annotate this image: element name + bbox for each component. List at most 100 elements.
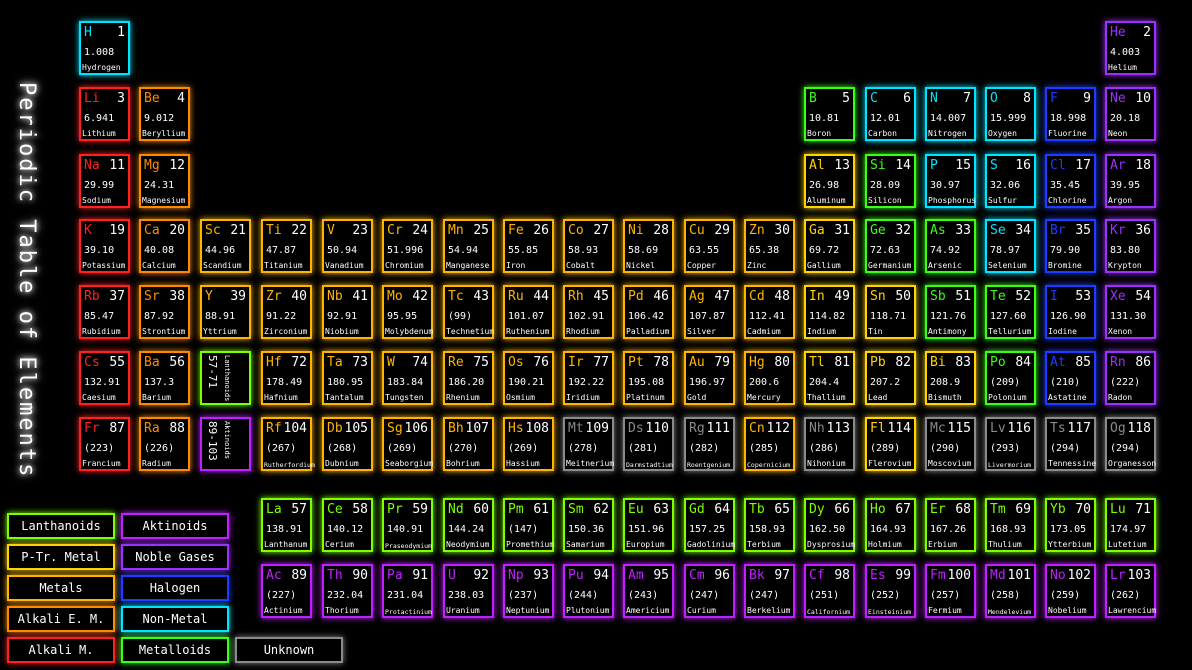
atomic-number: 78 xyxy=(653,355,669,370)
atomic-number: 55 xyxy=(109,355,125,370)
element-cell-ag: Ag 47 107.87 Silver xyxy=(684,285,735,339)
atomic-number: 56 xyxy=(169,355,185,370)
atomic-number: 114 xyxy=(887,421,911,436)
atomic-mass: 127.60 xyxy=(990,311,1027,322)
element-name: Iron xyxy=(506,261,526,270)
element-cell-fe: Fe 26 55.85 Iron xyxy=(503,219,554,273)
element-name: Chromium xyxy=(385,261,424,270)
element-symbol: Sm xyxy=(568,502,584,517)
element-cell-w: W 74 183.84 Tungsten xyxy=(382,351,433,405)
atomic-number: 45 xyxy=(593,289,609,304)
atomic-number: 50 xyxy=(895,289,911,304)
element-cell-be: Be 4 9.012 Beryllium xyxy=(139,87,190,141)
atomic-number: 118 xyxy=(1127,421,1151,436)
element-name: Europium xyxy=(626,540,665,549)
element-symbol: As xyxy=(930,223,946,238)
element-name: Zirconium xyxy=(264,327,308,336)
atomic-number: 5 xyxy=(842,91,850,106)
element-cell-co: Co 27 58.93 Cobalt xyxy=(563,219,614,273)
element-symbol: C xyxy=(870,91,878,106)
element-name: Niobium xyxy=(325,327,359,336)
element-symbol: Sc xyxy=(205,223,221,238)
element-name: Tennessine xyxy=(1048,459,1097,468)
element-symbol: Yb xyxy=(1050,502,1066,517)
element-symbol: Pa xyxy=(387,568,403,583)
element-name: Selenium xyxy=(988,261,1027,270)
element-cell-ir: Ir 77 192.22 Iridium xyxy=(563,351,614,405)
atomic-mass: 174.97 xyxy=(1110,524,1147,535)
element-name: Argon xyxy=(1108,196,1133,205)
atomic-number: 44 xyxy=(533,289,549,304)
atomic-mass: 28.09 xyxy=(870,180,901,191)
element-name: Krypton xyxy=(1108,261,1142,270)
atomic-number: 96 xyxy=(714,568,730,583)
element-symbol: Dy xyxy=(809,502,825,517)
element-name: Tellurium xyxy=(988,327,1032,336)
atomic-number: 74 xyxy=(412,355,428,370)
element-name: Hydrogen xyxy=(82,63,121,72)
element-cell-v: V 23 50.94 Vanadium xyxy=(322,219,373,273)
element-symbol: He xyxy=(1110,25,1126,40)
atomic-mass: 91.22 xyxy=(266,311,297,322)
element-symbol: Al xyxy=(809,158,825,173)
element-name: Carbon xyxy=(868,129,897,138)
atomic-number: 98 xyxy=(834,568,850,583)
atomic-number: 29 xyxy=(714,223,730,238)
element-cell-u: U 92 238.03 Uranium xyxy=(443,564,494,618)
element-name: Radon xyxy=(1108,393,1133,402)
atomic-mass: (289) xyxy=(870,443,901,454)
element-cell-hs: Hs 108 (269) Hassium xyxy=(503,417,554,471)
element-cell-br: Br 35 79.90 Bromine xyxy=(1045,219,1096,273)
element-cell-au: Au 79 196.97 Gold xyxy=(684,351,735,405)
atomic-mass: 65.38 xyxy=(749,245,780,256)
element-cell-ts: Ts 117 (294) Tennessine xyxy=(1045,417,1096,471)
element-name: Mendelevium xyxy=(988,608,1032,616)
element-symbol: La xyxy=(266,502,282,517)
element-name: Californium xyxy=(807,608,851,616)
element-name: Meitnerium xyxy=(566,459,615,468)
element-name: Nobelium xyxy=(1048,606,1087,615)
element-symbol: Ru xyxy=(508,289,524,304)
atomic-number: 92 xyxy=(473,568,489,583)
legend-item-non-metal: Non-Metal xyxy=(121,606,229,632)
element-name: Molybdenum xyxy=(385,327,434,336)
element-symbol: Po xyxy=(990,355,1006,370)
element-symbol: Cs xyxy=(84,355,100,370)
element-name: Protactinium xyxy=(385,608,432,616)
atomic-mass: 30.97 xyxy=(930,180,961,191)
element-cell-he: He 2 4.003 Helium xyxy=(1105,21,1156,75)
element-symbol: Mn xyxy=(448,223,464,238)
element-cell-mn: Mn 25 54.94 Manganese xyxy=(443,219,494,273)
element-cell-tm: Tm 69 168.93 Thulium xyxy=(985,498,1036,552)
element-symbol: Ta xyxy=(327,355,343,370)
atomic-mass: 69.72 xyxy=(809,245,840,256)
element-symbol: O xyxy=(990,91,998,106)
element-name: Curium xyxy=(687,606,716,615)
element-symbol: Sr xyxy=(144,289,160,304)
element-name: Dysprosium xyxy=(807,540,856,549)
element-symbol: Md xyxy=(990,568,1006,583)
legend-item-aktinoids: Aktinoids xyxy=(121,513,229,539)
element-symbol: Pt xyxy=(628,355,644,370)
element-symbol: Na xyxy=(84,158,100,173)
element-symbol: Th xyxy=(327,568,343,583)
element-symbol: F xyxy=(1050,91,1058,106)
element-symbol: P xyxy=(930,158,938,173)
element-name: Plutonium xyxy=(566,606,610,615)
element-cell-s: S 16 32.06 Sulfur xyxy=(985,154,1036,208)
element-symbol: Cr xyxy=(387,223,403,238)
element-name: Helium xyxy=(1108,63,1137,72)
element-cell-cd: Cd 48 112.41 Cadmium xyxy=(744,285,795,339)
element-symbol: Np xyxy=(508,568,524,583)
atomic-number: 71 xyxy=(1135,502,1151,517)
element-symbol: S xyxy=(990,158,998,173)
element-cell-y: Y 39 88.91 Yttrium xyxy=(200,285,251,339)
element-symbol: No xyxy=(1050,568,1066,583)
element-cell-zr: Zr 40 91.22 Zirconium xyxy=(261,285,312,339)
element-cell-rb: Rb 37 85.47 Rubidium xyxy=(79,285,130,339)
element-name: Antimony xyxy=(928,327,967,336)
element-cell-lv: Lv 116 (293) Livermorium xyxy=(985,417,1036,471)
atomic-mass: 78.97 xyxy=(990,245,1021,256)
atomic-number: 51 xyxy=(955,289,971,304)
atomic-number: 14 xyxy=(895,158,911,173)
